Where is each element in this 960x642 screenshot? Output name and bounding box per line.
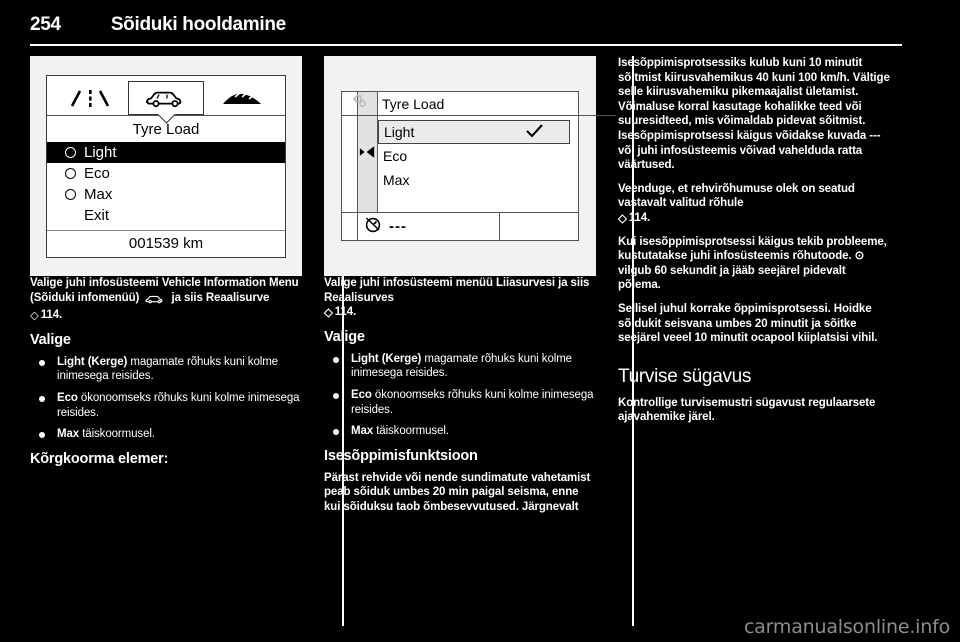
infotainment-status-bar: --- bbox=[342, 212, 578, 240]
dic-tab-bar bbox=[47, 76, 285, 116]
column-right: Isesõppimisprotsessiks kulub kuni 10 min… bbox=[618, 56, 890, 626]
paragraph-text: Veenduge, et rehvirõhumuse olek on seatu… bbox=[618, 182, 855, 210]
column-middle: Tyre Load Light Eco Max --- Valige juhi … bbox=[324, 56, 616, 626]
bullet-desc: täiskoormusel. bbox=[82, 428, 155, 441]
infotainment-body: Tyre Load Light Eco Max bbox=[342, 92, 616, 212]
list-item: Light (Kerge) magamate rõhuks kuni kolme… bbox=[324, 352, 596, 381]
ref-diamond-icon: ◇ bbox=[30, 310, 39, 323]
manual-page: 254 Sõiduki hooldamine Tyre Load Light E… bbox=[0, 0, 960, 642]
bullet-term: Eco bbox=[57, 391, 78, 404]
infotainment-item-label: Eco bbox=[383, 148, 408, 164]
radio-icon bbox=[65, 188, 76, 200]
radio-icon bbox=[65, 146, 76, 158]
bullet-desc: ökonoomseks rõhuks kuni kolme inimesega … bbox=[57, 391, 300, 419]
status-bar-mid-cell: --- bbox=[358, 213, 500, 240]
figure-driver-info-display: Tyre Load Light Eco Max Exit 001539 km bbox=[30, 56, 302, 276]
road-lane-icon bbox=[71, 89, 110, 107]
heading-tread-depth: Turvise sügavus bbox=[618, 365, 752, 387]
dic-item-light[interactable]: Light bbox=[47, 141, 285, 163]
paragraph-select-vehicle-info: Valige juhi infosüsteemi Vehicle Informa… bbox=[30, 276, 302, 323]
infotainment-item-max[interactable]: Max bbox=[378, 168, 578, 192]
dic-item-eco[interactable]: Eco bbox=[47, 163, 285, 184]
infotainment-item-list: Light Eco Max bbox=[378, 120, 578, 192]
list-item: Eco ökonoomseks rõhuks kuni kolme inimes… bbox=[324, 388, 596, 417]
ref-diamond-icon: ◇ bbox=[324, 307, 333, 320]
dic-tab-road-lane[interactable] bbox=[53, 81, 128, 115]
heading-valige-left: Valige bbox=[30, 331, 71, 348]
paragraph-learning-problem: Kui isesõppimisprotsessi käigus tekib pr… bbox=[618, 235, 887, 292]
list-item: Max täiskoormusel. bbox=[324, 424, 596, 439]
radio-placeholder bbox=[65, 210, 76, 221]
column-left: Tyre Load Light Eco Max Exit 001539 km V… bbox=[30, 56, 302, 626]
status-bar-right-cell bbox=[500, 213, 578, 240]
page-header: 254 Sõiduki hooldamine bbox=[30, 14, 902, 46]
odometer-reading: 001539 km bbox=[47, 229, 285, 257]
chapter-title: Sõiduki hooldamine bbox=[110, 14, 286, 35]
bullet-term: Max bbox=[57, 428, 80, 441]
infotainment-title-bar: Tyre Load bbox=[342, 92, 616, 116]
paragraph-text: Valige juhi infosüsteemi menüü Liiasurve… bbox=[324, 277, 590, 304]
bullet-term: Eco bbox=[351, 388, 372, 401]
dic-item-exit[interactable]: Exit bbox=[47, 205, 285, 226]
paragraph-tread-depth: Kontrollige turvisemustri sügavust regul… bbox=[618, 396, 876, 424]
dic-tab-vehicle[interactable] bbox=[127, 80, 205, 115]
infotainment-screen: Tyre Load Light Eco Max --- bbox=[341, 91, 616, 241]
page-number: 254 bbox=[30, 14, 61, 35]
ref-page: 114. bbox=[40, 309, 63, 322]
bullet-term: Max bbox=[351, 425, 374, 438]
car-icon bbox=[144, 294, 166, 309]
paragraph-select-menu-mid: Valige juhi infosüsteemi menüü Liiasurve… bbox=[324, 276, 596, 320]
radio-icon bbox=[65, 167, 76, 179]
dic-item-label: Exit bbox=[84, 206, 110, 224]
car-icon bbox=[146, 91, 182, 107]
bullet-list-mid: Light (Kerge) magamate rõhuks kuni kolme… bbox=[324, 352, 596, 439]
ref-diamond-icon: ◇ bbox=[618, 212, 627, 225]
column-container: Tyre Load Light Eco Max Exit 001539 km V… bbox=[30, 56, 902, 626]
paragraph-learning-duration: Isesõppimisprotsessiks kulub kuni 10 min… bbox=[618, 57, 890, 172]
infotainment-menu-title: Tyre Load bbox=[382, 95, 445, 112]
ref-page: 114. bbox=[334, 306, 357, 319]
list-item: Light (Kerge) magamate rõhuks kuni kolme… bbox=[30, 355, 302, 384]
list-item: Eco ökonoomseks rõhuks kuni kolme inimes… bbox=[30, 391, 302, 420]
paragraph-pressure-state: Veenduge, et rehvirõhumuse olek on seatu… bbox=[618, 182, 890, 226]
bullet-term: Light (Kerge) bbox=[57, 355, 128, 368]
status-bar-left-cell bbox=[342, 213, 358, 240]
infotainment-main: Tyre Load Light Eco Max bbox=[342, 92, 616, 212]
status-bar-value: --- bbox=[389, 218, 407, 235]
watermark: carmanualsonline.info bbox=[743, 616, 950, 638]
dic-item-label: Eco bbox=[84, 164, 110, 182]
dic-screen: Tyre Load Light Eco Max Exit 001539 km bbox=[46, 74, 286, 258]
heading-valige-mid: Valige bbox=[324, 328, 365, 345]
infotainment-item-light[interactable]: Light bbox=[378, 120, 570, 144]
figure-infotainment-display: Tyre Load Light Eco Max --- bbox=[324, 56, 616, 276]
settings-gear-icon bbox=[342, 93, 378, 114]
infotainment-item-label: Light bbox=[384, 124, 415, 140]
speed-limit-icon bbox=[364, 215, 382, 238]
bullet-desc: täiskoormusel. bbox=[376, 425, 449, 438]
bullet-list-left: Light (Kerge) magamate rõhuks kuni kolme… bbox=[30, 355, 302, 442]
bullet-desc: ökonoomseks rõhuks kuni kolme inimesega … bbox=[351, 388, 594, 416]
left-right-arrow-icon bbox=[359, 146, 375, 158]
infotainment-item-eco[interactable]: Eco bbox=[378, 144, 578, 168]
bullet-term: Light (Kerge) bbox=[351, 352, 422, 365]
heading-koorma-left: Kõrgkoorma elemer: bbox=[30, 450, 169, 467]
paragraph-text-b: ja siis Reaalisurve bbox=[171, 291, 270, 304]
dic-item-label: Light bbox=[84, 143, 117, 161]
road-hump-icon bbox=[222, 91, 261, 104]
ref-page: 114. bbox=[628, 211, 651, 224]
dic-tab-road-hump[interactable] bbox=[204, 81, 279, 115]
infotainment-item-label: Max bbox=[383, 172, 410, 188]
dic-item-max[interactable]: Max bbox=[47, 184, 285, 205]
paragraph-self-learning: Pärast rehvide või nende sundimatute vah… bbox=[324, 471, 591, 513]
heading-self-learning: Isesõppimisfunktsioon bbox=[324, 447, 478, 464]
list-item: Max täiskoormusel. bbox=[30, 427, 302, 442]
dic-item-label: Max bbox=[84, 185, 113, 203]
paragraph-repeat-learning: Sellisel juhul korrake õppimisprotsessi.… bbox=[618, 302, 878, 345]
check-icon bbox=[526, 123, 543, 141]
